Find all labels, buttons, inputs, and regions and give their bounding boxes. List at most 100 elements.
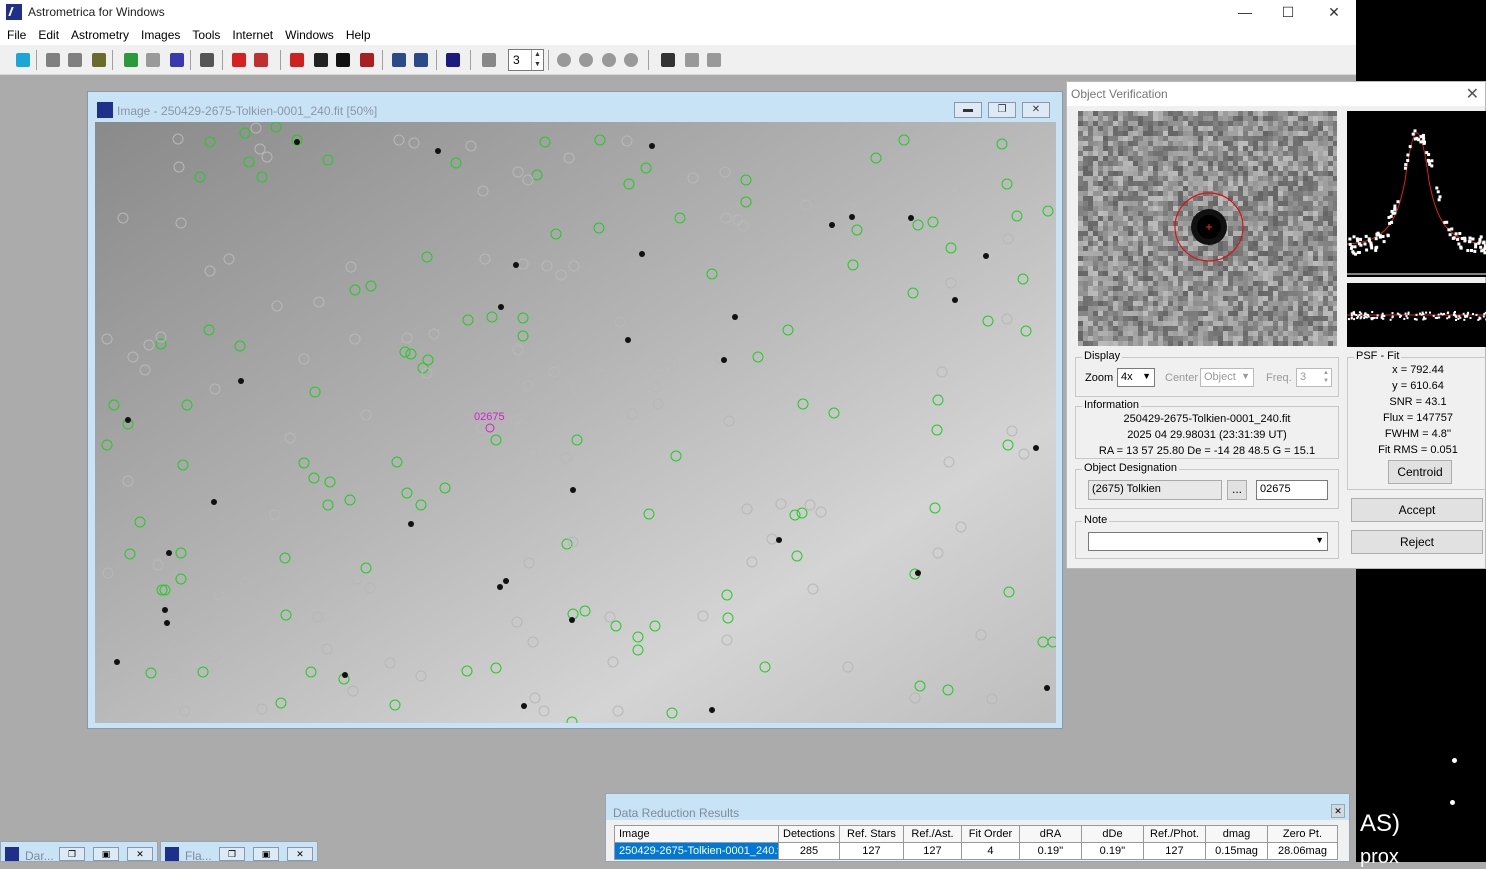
sky-image-canvas[interactable]: 02675 bbox=[95, 122, 1056, 723]
zoom-in-icon[interactable] bbox=[390, 51, 408, 69]
next-icon[interactable] bbox=[622, 51, 640, 69]
information-group: Information 250429-2675-Tolkien-0001_240… bbox=[1075, 406, 1339, 459]
close-button[interactable]: ✕ bbox=[287, 847, 313, 861]
data-reduction-close-icon[interactable]: ✕ bbox=[1331, 804, 1345, 818]
magnifier-icon[interactable] bbox=[659, 51, 677, 69]
table-cell[interactable]: 28.06mag bbox=[1267, 843, 1337, 860]
astronomical-image[interactable]: 02675 bbox=[95, 122, 1056, 723]
star bbox=[1044, 685, 1050, 691]
table-cell[interactable]: 4 bbox=[961, 843, 1019, 860]
psf-flux: Flux = 147757 bbox=[1348, 412, 1486, 424]
column-header[interactable]: Image bbox=[615, 826, 779, 843]
small-box-icon[interactable] bbox=[683, 51, 701, 69]
maximize-button[interactable]: ▣ bbox=[93, 847, 119, 861]
dialog-close-icon[interactable]: ✕ bbox=[1466, 84, 1479, 104]
column-header[interactable]: Zero Pt. bbox=[1267, 826, 1337, 843]
circle-target-icon[interactable] bbox=[312, 51, 330, 69]
reject-button[interactable]: Reject bbox=[1351, 530, 1483, 554]
menu-windows[interactable]: Windows bbox=[280, 24, 341, 45]
table-cell[interactable]: 285 bbox=[779, 843, 840, 860]
menu-help[interactable]: Help bbox=[341, 24, 378, 45]
star-chart-icon[interactable] bbox=[444, 51, 462, 69]
star bbox=[983, 253, 989, 259]
small-box2-icon[interactable] bbox=[705, 51, 723, 69]
table-cell[interactable]: 127 bbox=[839, 843, 903, 860]
psf-fit-rms: Fit RMS = 0.051 bbox=[1348, 444, 1486, 456]
star bbox=[211, 499, 217, 505]
table-row[interactable]: 250429-2675-Tolkien-0001_240.fit 285 127… bbox=[615, 843, 1338, 860]
record-icon[interactable] bbox=[555, 51, 573, 69]
star bbox=[569, 617, 575, 623]
toolbar-separator bbox=[470, 50, 471, 70]
reference-stars-icon[interactable] bbox=[198, 51, 216, 69]
previous-icon[interactable] bbox=[577, 51, 595, 69]
move-icon[interactable] bbox=[288, 51, 306, 69]
title-bar: Astrometrica for Windows — ☐ ✕ bbox=[0, 0, 1356, 24]
menu-internet[interactable]: Internet bbox=[227, 24, 280, 45]
column-header[interactable]: dDe bbox=[1081, 826, 1143, 843]
play-icon[interactable] bbox=[600, 51, 618, 69]
settings-icon[interactable] bbox=[90, 51, 108, 69]
close-button[interactable]: ✕ bbox=[127, 847, 153, 861]
minimized-dark-window[interactable]: Dar... ❐ ▣ ✕ bbox=[0, 841, 158, 862]
load-images-icon[interactable] bbox=[44, 51, 62, 69]
menu-astrometry[interactable]: Astrometry bbox=[66, 24, 136, 45]
curve-tool-icon[interactable] bbox=[334, 51, 352, 69]
restore-button[interactable]: ❐ bbox=[59, 847, 85, 861]
center-select[interactable]: Object▼ bbox=[1200, 368, 1254, 387]
column-header[interactable]: Detections bbox=[779, 826, 840, 843]
menu-tools[interactable]: Tools bbox=[187, 24, 227, 45]
column-header[interactable]: dmag bbox=[1205, 826, 1267, 843]
column-header[interactable]: Ref. Stars bbox=[839, 826, 903, 843]
dark-frame-icon[interactable] bbox=[122, 51, 140, 69]
column-header[interactable]: Ref./Ast. bbox=[903, 826, 961, 843]
run-icon[interactable] bbox=[14, 51, 32, 69]
accept-button[interactable]: Accept bbox=[1351, 498, 1483, 522]
blink-icon[interactable] bbox=[480, 51, 498, 69]
menu-file[interactable]: File bbox=[2, 24, 33, 45]
star bbox=[498, 304, 504, 310]
maximize-button[interactable]: ▣ bbox=[253, 847, 279, 861]
calibration-icon[interactable] bbox=[168, 51, 186, 69]
restore-button[interactable]: ❐ bbox=[219, 847, 245, 861]
column-header[interactable]: Fit Order bbox=[961, 826, 1019, 843]
table-cell[interactable]: 127 bbox=[903, 843, 961, 860]
column-header[interactable]: dRA bbox=[1019, 826, 1081, 843]
frame-spinner[interactable]: 3 ▲▼ bbox=[508, 49, 544, 71]
maximize-button[interactable]: ☐ bbox=[1265, 0, 1311, 24]
image-restore-button[interactable]: ❐ bbox=[988, 102, 1016, 118]
toolbar-separator bbox=[548, 50, 549, 70]
browse-designation-button[interactable]: ... bbox=[1227, 480, 1247, 500]
zoom-select[interactable]: 4x▼ bbox=[1117, 368, 1155, 387]
spinner-arrows-icon[interactable]: ▲▼ bbox=[531, 50, 543, 70]
freq-spinner[interactable]: 3▲▼ bbox=[1296, 368, 1332, 387]
color-image-icon[interactable] bbox=[358, 51, 376, 69]
table-cell[interactable]: 0.19'' bbox=[1081, 843, 1143, 860]
zoom-out-icon[interactable] bbox=[412, 51, 430, 69]
centroid-button[interactable]: Centroid bbox=[1388, 460, 1452, 484]
menu-images[interactable]: Images bbox=[136, 24, 187, 45]
designation-name-field[interactable]: (2675) Tolkien bbox=[1088, 480, 1222, 500]
print-icon[interactable] bbox=[66, 51, 84, 69]
star bbox=[625, 337, 631, 343]
info-coordinates: RA = 13 57 25.80 De = -14 28 48.5 G = 15… bbox=[1076, 445, 1338, 457]
image-close-button[interactable]: ✕ bbox=[1022, 102, 1050, 118]
menu-edit[interactable]: Edit bbox=[33, 24, 66, 45]
toolbar-separator bbox=[112, 50, 113, 70]
minimize-button[interactable]: — bbox=[1222, 0, 1268, 24]
designation-number-field[interactable]: 02675 bbox=[1256, 480, 1328, 500]
flat-frame-icon[interactable] bbox=[144, 51, 162, 69]
table-cell[interactable]: 127 bbox=[1143, 843, 1205, 860]
column-header[interactable]: Ref./Phot. bbox=[1143, 826, 1205, 843]
minimized-flat-window[interactable]: Fla... ❐ ▣ ✕ bbox=[160, 841, 318, 862]
note-select[interactable]: ▼ bbox=[1088, 532, 1328, 551]
table-cell[interactable]: 250429-2675-Tolkien-0001_240.fit bbox=[615, 843, 779, 860]
delete-stars-icon[interactable] bbox=[252, 51, 270, 69]
image-minimize-button[interactable]: ▬ bbox=[954, 102, 982, 118]
table-cell[interactable]: 0.19'' bbox=[1019, 843, 1081, 860]
table-cell[interactable]: 0.15mag bbox=[1205, 843, 1267, 860]
delete-red-icon[interactable] bbox=[230, 51, 248, 69]
display-group: Display Zoom 4x▼ Center Object▼ Freq. 3▲… bbox=[1075, 357, 1339, 397]
close-button[interactable]: ✕ bbox=[1311, 0, 1357, 24]
app-icon bbox=[6, 4, 22, 20]
